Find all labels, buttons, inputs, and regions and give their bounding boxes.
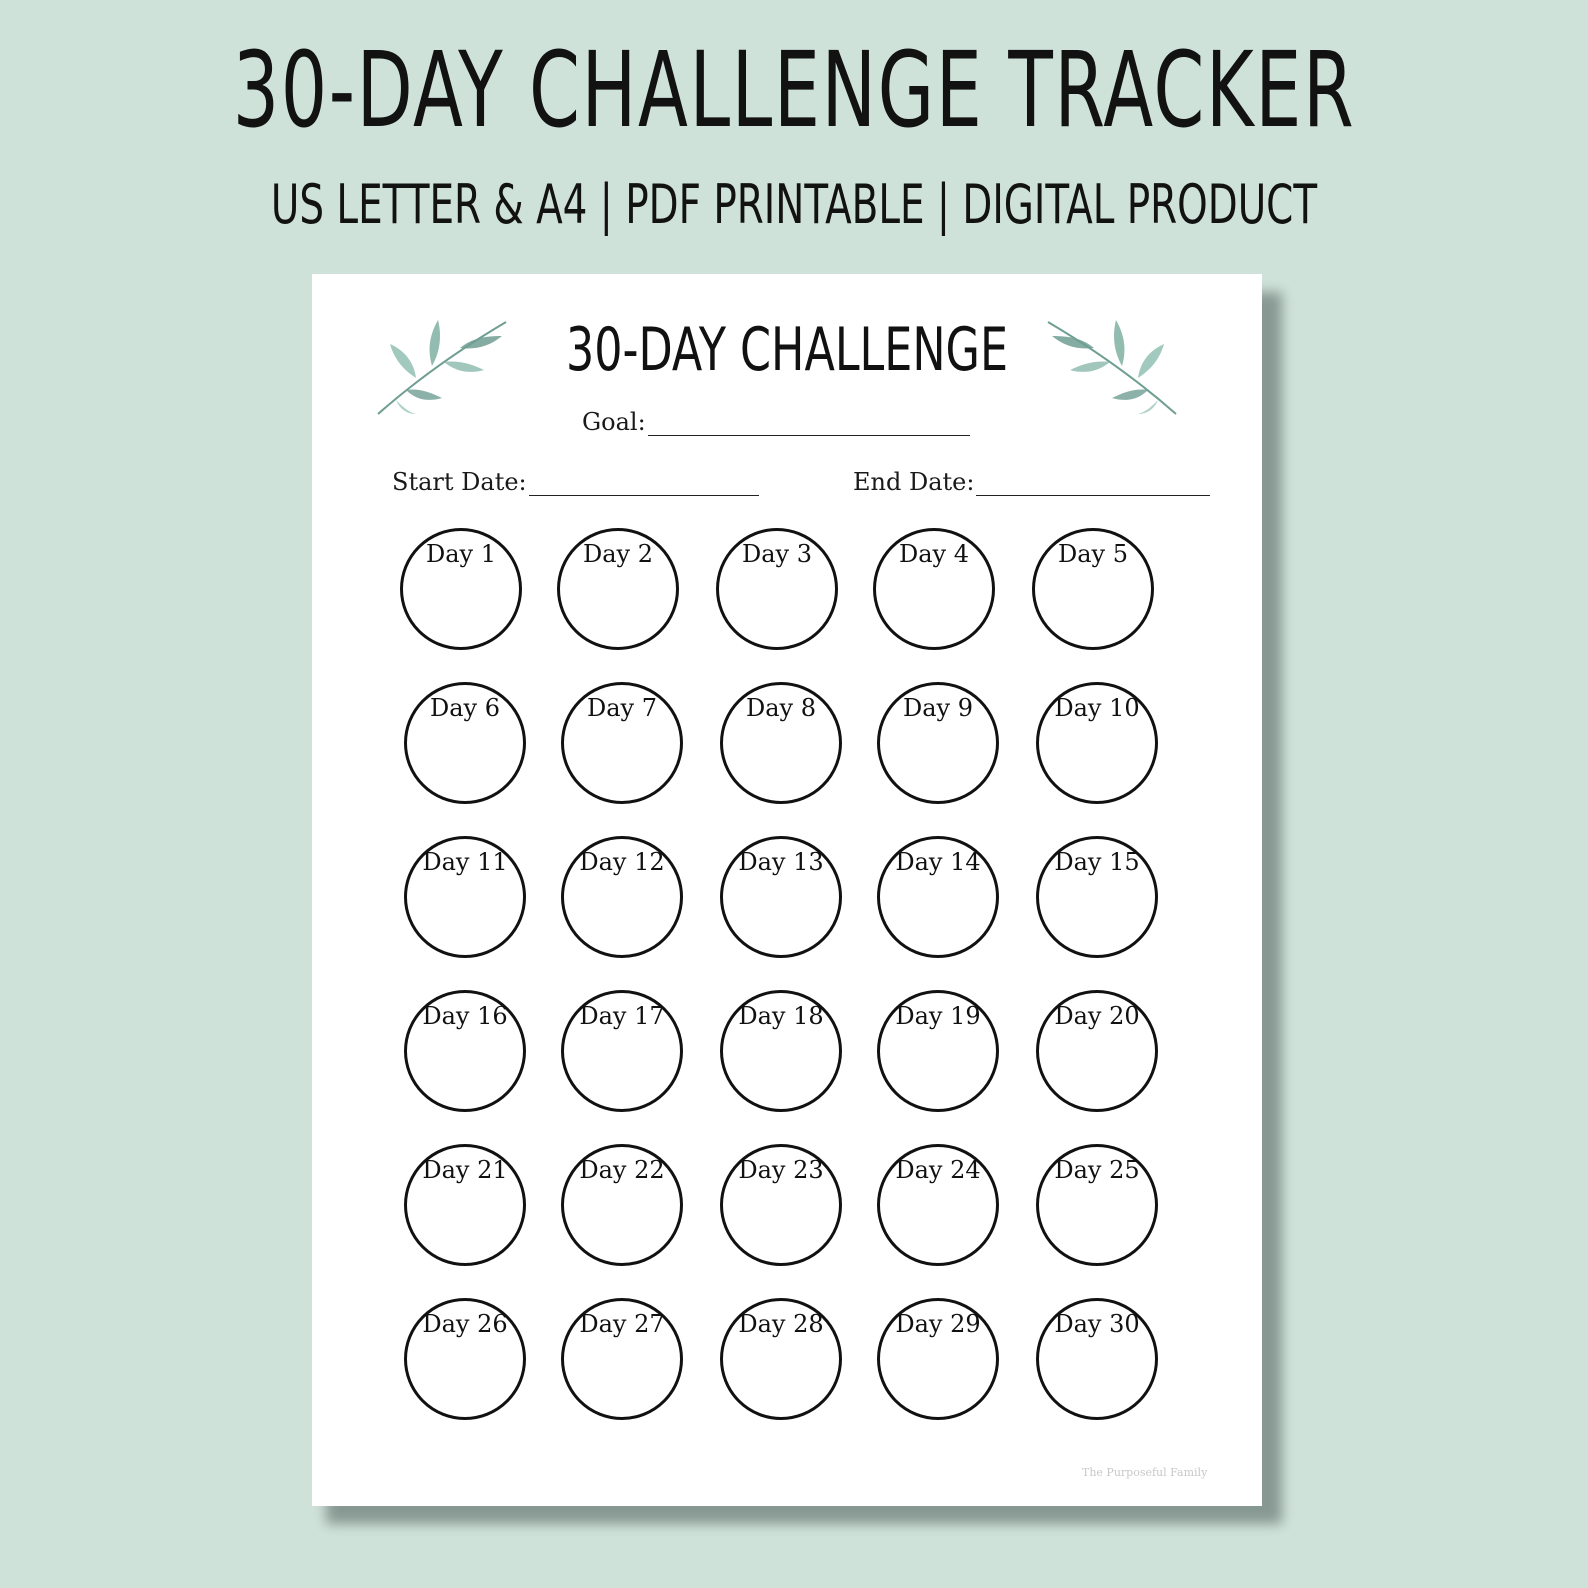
day-circle-24[interactable]: Day 24	[877, 1144, 999, 1266]
day-label: Day 10	[1054, 694, 1140, 722]
day-label: Day 5	[1057, 540, 1128, 568]
day-circle-7[interactable]: Day 7	[561, 682, 683, 804]
day-circle-21[interactable]: Day 21	[404, 1144, 526, 1266]
day-circle-23[interactable]: Day 23	[720, 1144, 842, 1266]
day-grid: Day 1 Day 2 Day 3 Day 4 Day 5 Day 6 Day 7 Day 8…	[312, 274, 1262, 1506]
day-label: Day 18	[738, 1002, 824, 1030]
day-circle-29[interactable]: Day 29	[877, 1298, 999, 1420]
day-label: Day 23	[738, 1156, 824, 1184]
day-label: Day 26	[422, 1310, 508, 1338]
watermark: The Purposeful Family	[1082, 1466, 1208, 1479]
day-circle-5[interactable]: Day 5	[1032, 528, 1154, 650]
day-label: Day 6	[429, 694, 500, 722]
day-label: Day 11	[422, 848, 508, 876]
day-label: Day 8	[745, 694, 816, 722]
day-circle-14[interactable]: Day 14	[877, 836, 999, 958]
day-circle-9[interactable]: Day 9	[877, 682, 999, 804]
day-label: Day 22	[579, 1156, 665, 1184]
day-label: Day 9	[902, 694, 973, 722]
day-label: Day 12	[579, 848, 665, 876]
day-label: Day 27	[579, 1310, 665, 1338]
day-circle-22[interactable]: Day 22	[561, 1144, 683, 1266]
day-circle-19[interactable]: Day 19	[877, 990, 999, 1112]
day-circle-16[interactable]: Day 16	[404, 990, 526, 1112]
day-circle-17[interactable]: Day 17	[561, 990, 683, 1112]
day-label: Day 1	[425, 540, 496, 568]
banner-subtitle: US LETTER & A4 | PDF PRINTABLE | DIGITAL…	[270, 173, 1318, 236]
day-label: Day 2	[582, 540, 653, 568]
day-circle-27[interactable]: Day 27	[561, 1298, 683, 1420]
day-label: Day 7	[586, 694, 657, 722]
day-label: Day 14	[895, 848, 981, 876]
printable-sheet: 30-DAY CHALLENGE Goal: Start Date: End D…	[312, 274, 1262, 1506]
day-circle-2[interactable]: Day 2	[557, 528, 679, 650]
day-label: Day 21	[422, 1156, 508, 1184]
day-circle-6[interactable]: Day 6	[404, 682, 526, 804]
day-label: Day 19	[895, 1002, 981, 1030]
day-label: Day 28	[738, 1310, 824, 1338]
day-label: Day 17	[579, 1002, 665, 1030]
day-label: Day 15	[1054, 848, 1140, 876]
day-circle-4[interactable]: Day 4	[873, 528, 995, 650]
day-label: Day 30	[1054, 1310, 1140, 1338]
day-circle-25[interactable]: Day 25	[1036, 1144, 1158, 1266]
day-label: Day 25	[1054, 1156, 1140, 1184]
day-circle-26[interactable]: Day 26	[404, 1298, 526, 1420]
day-circle-11[interactable]: Day 11	[404, 836, 526, 958]
day-circle-15[interactable]: Day 15	[1036, 836, 1158, 958]
day-circle-18[interactable]: Day 18	[720, 990, 842, 1112]
day-label: Day 16	[422, 1002, 508, 1030]
day-label: Day 13	[738, 848, 824, 876]
day-circle-13[interactable]: Day 13	[720, 836, 842, 958]
day-label: Day 29	[895, 1310, 981, 1338]
day-circle-28[interactable]: Day 28	[720, 1298, 842, 1420]
day-circle-10[interactable]: Day 10	[1036, 682, 1158, 804]
day-label: Day 4	[898, 540, 969, 568]
day-circle-30[interactable]: Day 30	[1036, 1298, 1158, 1420]
day-label: Day 3	[741, 540, 812, 568]
day-circle-20[interactable]: Day 20	[1036, 990, 1158, 1112]
day-label: Day 24	[895, 1156, 981, 1184]
day-circle-1[interactable]: Day 1	[400, 528, 522, 650]
day-circle-12[interactable]: Day 12	[561, 836, 683, 958]
day-circle-8[interactable]: Day 8	[720, 682, 842, 804]
day-label: Day 20	[1054, 1002, 1140, 1030]
banner-title: 30-DAY CHALLENGE TRACKER	[232, 29, 1356, 151]
day-circle-3[interactable]: Day 3	[716, 528, 838, 650]
